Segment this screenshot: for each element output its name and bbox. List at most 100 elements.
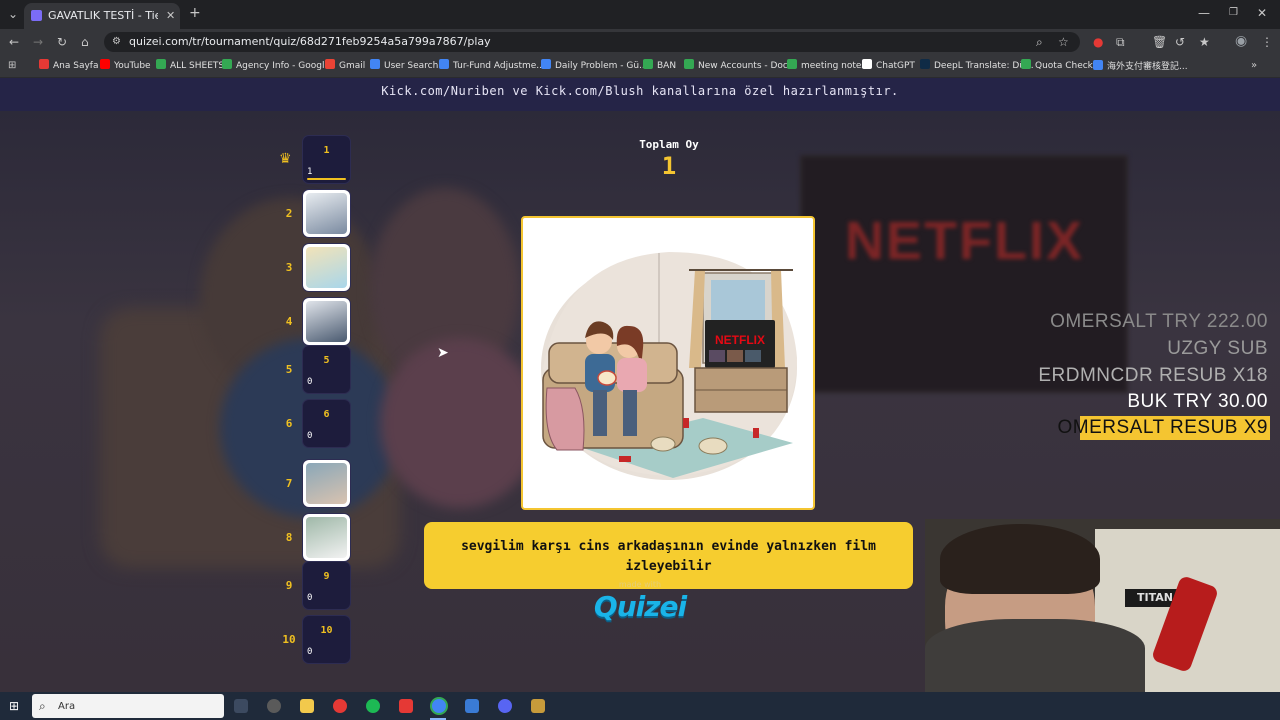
tab-search-chevron-icon[interactable]: ⌄ (8, 7, 18, 21)
task-view-icon[interactable] (234, 699, 248, 713)
menu-kebab-icon[interactable]: ⋮ (1261, 35, 1273, 49)
bookmark-item[interactable]: Quota Check (1021, 59, 1093, 71)
browser-tab-active[interactable]: GAVATLIK TESTİ - Tier List, Kör ✕ (24, 3, 180, 29)
bookmark-label: YouTube (114, 61, 151, 71)
alert-detail: SUB (1227, 338, 1268, 359)
rank-progress-bar (307, 178, 346, 180)
home-icon[interactable]: ⌂ (81, 35, 89, 49)
bookmark-favicon-icon (439, 59, 449, 69)
alert-username: UZGY (1167, 338, 1222, 359)
back-icon[interactable]: ← (9, 35, 19, 49)
rank-slot[interactable] (303, 460, 350, 507)
rank-slot[interactable] (303, 244, 350, 291)
alert-detail: TRY 222.00 (1162, 311, 1268, 332)
rank-slot[interactable] (303, 190, 350, 237)
bookmark-label: Ana Sayfa (53, 61, 99, 71)
quiz-card[interactable]: NETFLIX (521, 216, 815, 510)
rank-slot[interactable]: 60 (303, 400, 350, 447)
settings-app-icon[interactable] (267, 699, 281, 713)
bookmark-label: User Search (384, 61, 439, 71)
zoom-icon[interactable]: ⌕ (1036, 35, 1043, 49)
alert-detail: RESUB X9 (1170, 417, 1268, 438)
bookmark-item[interactable]: meeting notes (787, 59, 866, 71)
site-info-icon[interactable]: ⚙ (112, 35, 121, 49)
card-tv-logo: NETFLIX (715, 333, 765, 347)
extension-icon[interactable]: ● (1093, 35, 1103, 49)
profile-avatar-icon[interactable]: ◉ (1235, 34, 1247, 48)
restore-icon[interactable]: ❐ (1229, 6, 1238, 20)
stream-alert-item: UZGY SUB (1167, 338, 1268, 360)
rank-slot[interactable]: 10 0 (303, 616, 350, 663)
bg-tv (800, 155, 1128, 393)
reload-icon[interactable]: ↻ (57, 35, 67, 49)
rank-slot[interactable]: 90 (303, 562, 350, 609)
bookmark-item[interactable]: New Accounts - Docs (684, 59, 793, 71)
bookmark-item[interactable]: ALL SHEETS (156, 59, 224, 71)
blue-app-icon[interactable] (465, 699, 479, 713)
rank-slot[interactable]: 50 (303, 346, 350, 393)
media-player-icon[interactable] (333, 699, 347, 713)
windows-start-icon[interactable]: ⊞ (9, 699, 19, 713)
tab-title: GAVATLIK TESTİ - Tier List, Kör (48, 9, 158, 22)
bookmark-star-icon[interactable]: ☆ (1058, 35, 1069, 49)
total-votes-value: 1 (661, 152, 677, 180)
alert-username: BUK (1127, 391, 1168, 412)
quizei-logo: Quizei (593, 590, 687, 623)
bookmark-item[interactable]: Gmail (325, 59, 365, 71)
bookmark-favicon-icon (862, 59, 872, 69)
rank-slot-votes: 0 (307, 647, 313, 657)
red-app-icon[interactable] (399, 699, 413, 713)
webcam-overlay: TITAN (925, 519, 1280, 692)
discord-icon[interactable] (498, 699, 512, 713)
bookmark-item[interactable]: BAN (643, 59, 676, 71)
browser-tab-bar: ⌄ GAVATLIK TESTİ - Tier List, Kör ✕ + — … (0, 0, 1280, 29)
window-close-icon[interactable]: ✕ (1257, 6, 1267, 20)
banner-text: Kick.com/Nuriben ve Kick.com/Blush kanal… (381, 84, 899, 98)
alert-username: ERDMNCDR (1038, 365, 1154, 386)
close-tab-icon[interactable]: ✕ (166, 9, 175, 23)
bookmark-item[interactable]: DeepL Translate: Dü... (920, 59, 1034, 71)
rank-number: 8 (285, 531, 293, 544)
extensions-puzzle-icon[interactable]: ⧉ (1116, 35, 1125, 49)
rank-number: 7 (285, 477, 293, 490)
rank-slot[interactable] (303, 298, 350, 345)
rank-number: 5 (285, 363, 293, 376)
bookmark-label: Daily Problem - Gü... (555, 61, 648, 71)
rank-slot-votes: 0 (307, 431, 313, 441)
spotify-icon[interactable] (366, 699, 380, 713)
forward-icon[interactable]: → (33, 35, 43, 49)
file-explorer-icon[interactable] (300, 699, 314, 713)
bookmark-favicon-icon (325, 59, 335, 69)
bookmark-favicon-icon (39, 59, 49, 69)
rank-thumbnail (306, 193, 347, 234)
trash-icon[interactable]: 🗑 (1152, 35, 1167, 49)
stream-alert-item: ERDMNCDR RESUB X18 (1038, 365, 1268, 387)
bookmark-item[interactable]: Daily Problem - Gü... (541, 59, 648, 71)
more-bookmarks-icon[interactable]: » (1251, 59, 1257, 73)
league-icon[interactable] (531, 699, 545, 713)
bookmark-favicon-icon (156, 59, 166, 69)
rank-slot[interactable]: 11 (303, 136, 350, 183)
url-text[interactable]: quizei.com/tr/tournament/quiz/68d271feb9… (129, 35, 491, 48)
favorites-icon[interactable]: ★ (1199, 35, 1210, 49)
bg-person-shirt-2 (380, 338, 540, 508)
chrome-icon[interactable] (432, 699, 446, 713)
bookmark-item[interactable]: Tur-Fund Adjustme... (439, 59, 545, 71)
rank-number: 2 (285, 207, 293, 220)
bookmark-item[interactable]: Ana Sayfa (39, 59, 98, 71)
alert-detail: TRY 30.00 (1173, 391, 1268, 412)
search-icon: ⌕ (39, 699, 46, 713)
bookmark-item[interactable]: 海外支付審核登記... (1093, 59, 1188, 72)
bookmark-item[interactable]: ChatGPT (862, 59, 915, 71)
minimize-icon[interactable]: — (1198, 6, 1210, 20)
bookmark-item[interactable]: YouTube (100, 59, 151, 71)
rank-slot[interactable] (303, 514, 350, 561)
rank-number: 3 (285, 261, 293, 274)
rank-slot-number: 1 (323, 145, 330, 156)
history-icon[interactable]: ↺ (1175, 35, 1185, 49)
new-tab-icon[interactable]: + (189, 6, 201, 20)
apps-grid-icon[interactable]: ⊞ (8, 59, 16, 73)
bookmark-item[interactable]: Agency Info - Googl... (222, 59, 333, 71)
bookmark-item[interactable]: User Search (370, 59, 438, 71)
bookmark-label: Agency Info - Googl... (236, 61, 334, 71)
